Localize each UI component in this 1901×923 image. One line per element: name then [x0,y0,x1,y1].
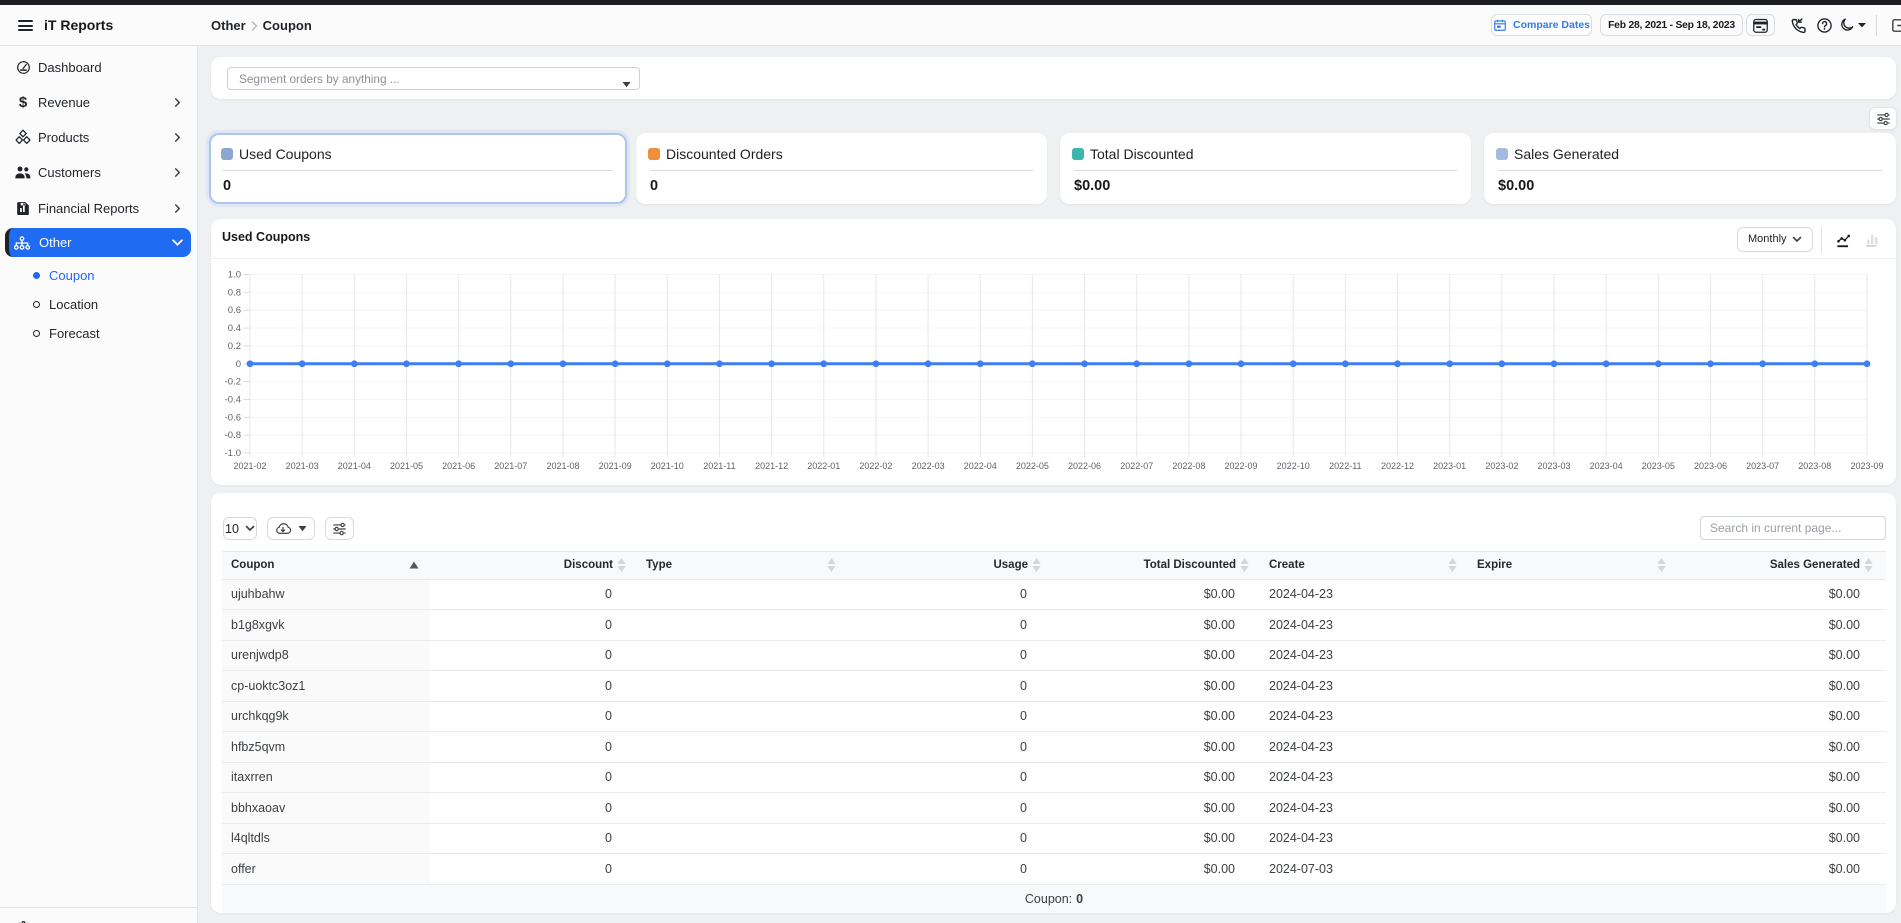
svg-text:1.0: 1.0 [228,270,241,281]
svg-text:0.8: 0.8 [228,287,241,298]
svg-text:2021-06: 2021-06 [442,461,475,471]
svg-text:2023-06: 2023-06 [1694,461,1727,471]
svg-text:-0.2: -0.2 [225,377,241,388]
svg-text:0: 0 [236,359,241,370]
svg-text:2022-02: 2022-02 [859,461,892,471]
svg-text:2021-08: 2021-08 [546,461,579,471]
svg-text:2021-11: 2021-11 [703,461,735,471]
svg-text:2023-08: 2023-08 [1798,461,1831,471]
svg-text:0.4: 0.4 [228,323,241,334]
svg-text:0.6: 0.6 [228,305,241,316]
svg-text:2022-05: 2022-05 [1016,461,1049,471]
svg-text:2022-03: 2022-03 [912,461,945,471]
svg-text:-0.6: -0.6 [225,412,241,423]
svg-text:2022-07: 2022-07 [1120,461,1153,471]
svg-text:2021-04: 2021-04 [338,461,371,471]
svg-text:2023-03: 2023-03 [1537,461,1570,471]
svg-text:2022-10: 2022-10 [1277,461,1310,471]
svg-text:2023-05: 2023-05 [1642,461,1675,471]
svg-text:2022-12: 2022-12 [1381,461,1414,471]
svg-text:2023-09: 2023-09 [1850,461,1883,471]
svg-text:2022-08: 2022-08 [1172,461,1205,471]
svg-text:-1.0: -1.0 [225,448,241,459]
svg-text:2021-12: 2021-12 [755,461,788,471]
svg-text:2022-09: 2022-09 [1225,461,1258,471]
svg-text:2022-01: 2022-01 [807,461,840,471]
svg-text:2021-02: 2021-02 [233,461,266,471]
svg-text:2021-07: 2021-07 [494,461,527,471]
svg-text:0.2: 0.2 [228,341,241,352]
svg-text:2023-04: 2023-04 [1590,461,1623,471]
svg-text:2021-03: 2021-03 [286,461,319,471]
svg-text:2021-09: 2021-09 [599,461,632,471]
svg-text:2022-11: 2022-11 [1329,461,1361,471]
svg-text:2023-01: 2023-01 [1433,461,1466,471]
svg-text:-0.8: -0.8 [225,430,241,441]
svg-text:2021-10: 2021-10 [651,461,684,471]
svg-text:2022-04: 2022-04 [964,461,997,471]
svg-text:2021-05: 2021-05 [390,461,423,471]
svg-text:2023-02: 2023-02 [1485,461,1518,471]
svg-text:2023-07: 2023-07 [1746,461,1779,471]
svg-text:2022-06: 2022-06 [1068,461,1101,471]
svg-text:-0.4: -0.4 [225,394,241,405]
